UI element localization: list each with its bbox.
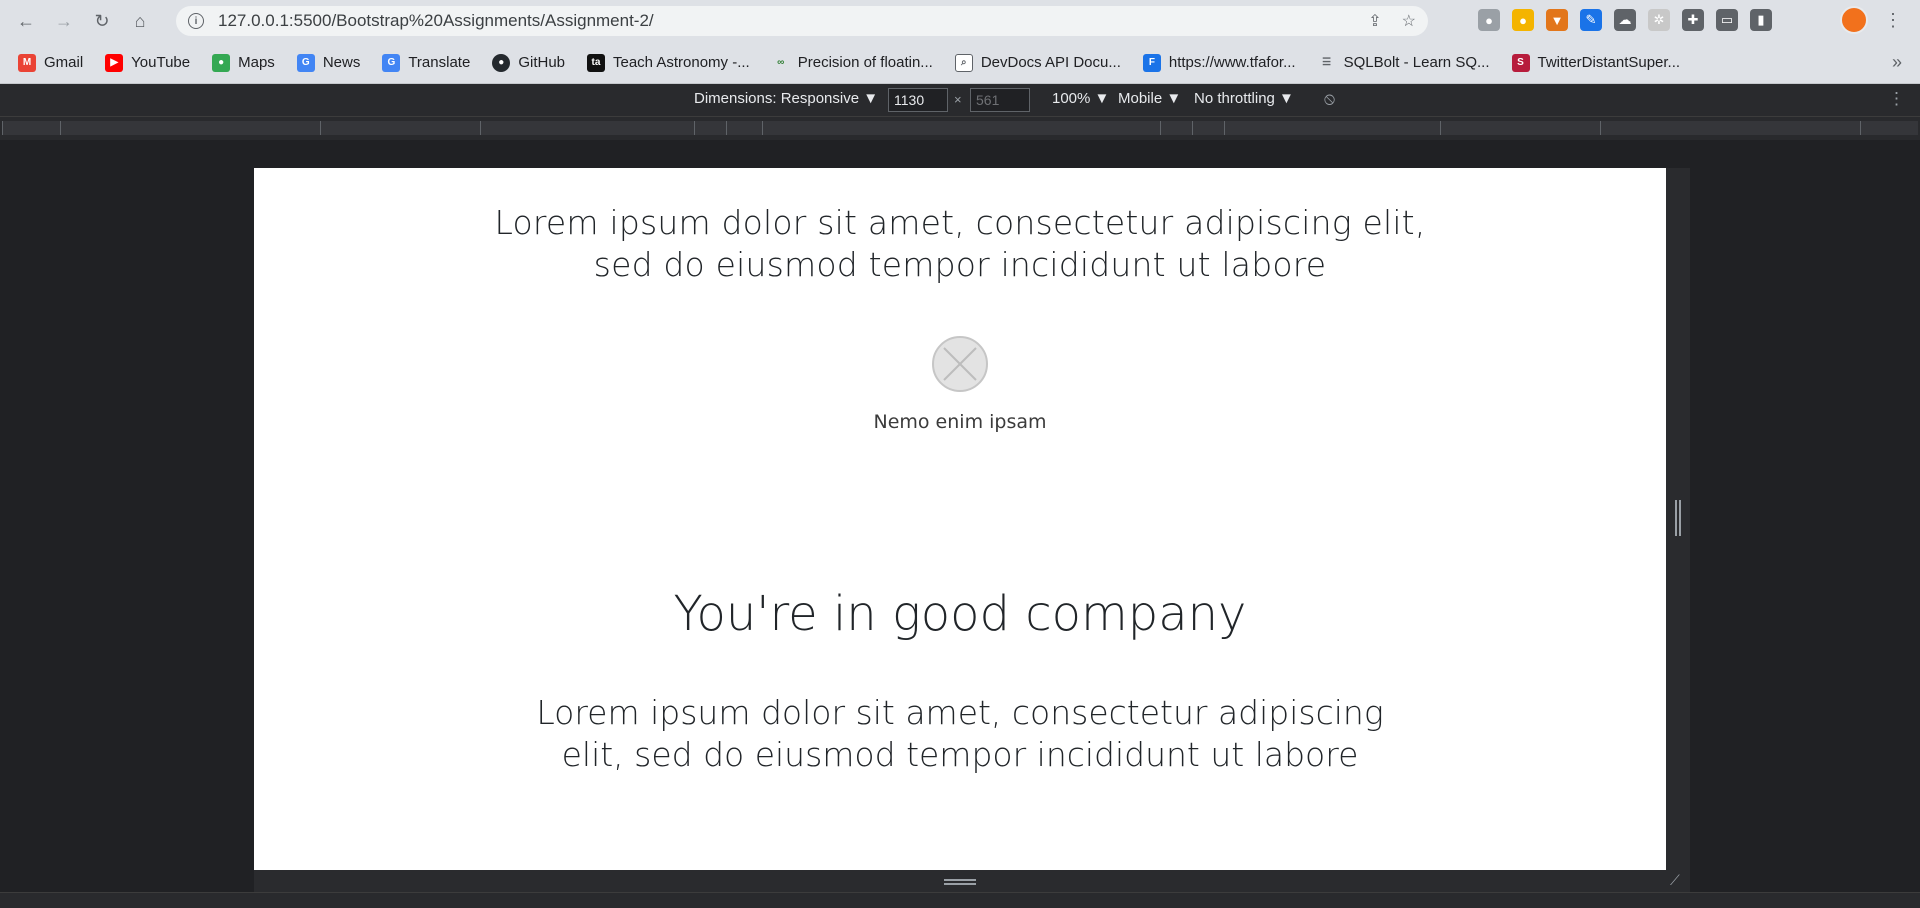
- intro-lead-text: Lorem ipsum dolor sit amet, consectetur …: [254, 202, 1666, 286]
- intro-lead-line-1: Lorem ipsum dolor sit amet, consectetur …: [494, 203, 1426, 242]
- media-query-bar[interactable]: [60, 121, 320, 135]
- translate-icon: G: [382, 53, 401, 72]
- bookmark-precision[interactable]: ∞ Precision of floatin...: [772, 54, 933, 72]
- bookmark-label: News: [322, 54, 361, 71]
- news-icon: G: [296, 53, 315, 72]
- bookmark-news[interactable]: G News: [296, 53, 361, 72]
- youtube-icon: ▶: [105, 53, 124, 72]
- section-lead-line-2: elit, sed do eiusmod tempor incididunt u…: [561, 735, 1359, 774]
- bookmark-github[interactable]: ● GitHub: [492, 53, 565, 72]
- bookmark-label: Precision of floatin...: [797, 54, 933, 71]
- media-query-bar[interactable]: [1440, 121, 1600, 135]
- url-text[interactable]: 127.0.0.1:5500/Bootstrap%20Assignments/A…: [218, 11, 654, 31]
- bookmark-label: SQLBolt - Learn SQ...: [1343, 54, 1490, 71]
- image-placeholder-icon: [932, 336, 988, 392]
- geeksforgeeks-icon: ∞: [777, 57, 785, 68]
- address-bar[interactable]: i 127.0.0.1:5500/Bootstrap%20Assignments…: [176, 6, 1428, 36]
- browser-menu-icon[interactable]: ⋮: [1884, 10, 1902, 31]
- viewport-width-input[interactable]: 1130: [888, 88, 948, 112]
- media-query-bar[interactable]: [1192, 121, 1224, 135]
- bookmark-star-icon[interactable]: ☆: [1402, 11, 1416, 31]
- bookmark-twitter-distant[interactable]: S TwitterDistantSuper...: [1511, 53, 1681, 72]
- reload-icon[interactable]: ↻: [90, 9, 114, 33]
- bookmark-teach-astronomy[interactable]: ta Teach Astronomy -...: [587, 53, 750, 72]
- bookmark-label: Gmail: [44, 54, 84, 71]
- media-query-bar[interactable]: [1860, 121, 1918, 135]
- s-logo-icon: S: [1511, 53, 1530, 72]
- bookmark-sqlbolt[interactable]: ☰ SQLBolt - Learn SQ...: [1318, 54, 1490, 72]
- testimonial-caption: Nemo enim ipsam: [873, 411, 1047, 433]
- bookmark-tfafor[interactable]: Fhttps://www.tfafor...: [1142, 53, 1296, 72]
- bookmark-youtube[interactable]: ▶ YouTube: [105, 53, 191, 72]
- extension-react-icon[interactable]: ✲: [1648, 9, 1670, 31]
- page-viewport: Lorem ipsum dolor sit amet, consectetur …: [254, 168, 1666, 870]
- database-icon: ☰: [1322, 57, 1332, 68]
- media-query-bar[interactable]: [694, 121, 726, 135]
- extension-pen-icon[interactable]: ✎: [1580, 9, 1602, 31]
- maps-icon: ●: [212, 53, 231, 72]
- throttling-dropdown[interactable]: No throttling ▼: [1194, 90, 1294, 107]
- side-panel-icon[interactable]: ▮: [1750, 9, 1772, 31]
- broken-image-icon: [943, 347, 977, 381]
- media-query-ruler: [0, 116, 1920, 140]
- bookmark-label: Maps: [238, 54, 275, 71]
- extension-fox-icon[interactable]: ▼: [1546, 9, 1568, 31]
- bookmark-gmail[interactable]: M Gmail: [18, 53, 84, 72]
- section-heading: You're in good company: [673, 586, 1247, 642]
- media-query-bar[interactable]: [1600, 121, 1860, 135]
- share-icon[interactable]: ⇪: [1368, 11, 1381, 31]
- viewport-height-input[interactable]: 561: [970, 88, 1030, 112]
- bookmark-label: https://www.tfafor...: [1168, 54, 1296, 71]
- bookmark-label: TwitterDistantSuper...: [1537, 54, 1681, 71]
- teach-astronomy-icon: ta: [587, 53, 605, 72]
- device-toolbar-menu-icon[interactable]: ⋮: [1888, 89, 1905, 109]
- bookmark-label: DevDocs API Docu...: [980, 54, 1121, 71]
- section-lead-line-1: Lorem ipsum dolor sit amet, consectetur …: [536, 693, 1384, 732]
- bookmark-label: Teach Astronomy -...: [613, 54, 750, 71]
- section-lead-text: Lorem ipsum dolor sit amet, consectetur …: [254, 692, 1666, 776]
- extension-color-icon[interactable]: ●: [1512, 9, 1534, 31]
- media-query-bar[interactable]: [1160, 121, 1192, 135]
- media-query-bar[interactable]: [762, 121, 1160, 135]
- media-query-bar[interactable]: [1224, 121, 1440, 135]
- zoom-dropdown[interactable]: 100% ▼: [1052, 90, 1109, 107]
- extensions-puzzle-icon[interactable]: ✚: [1682, 9, 1704, 31]
- resize-handle-bottom[interactable]: [944, 879, 976, 885]
- devtools-tabstrip: [0, 892, 1920, 908]
- site-info-icon[interactable]: i: [188, 13, 204, 29]
- profile-avatar[interactable]: [1840, 6, 1868, 34]
- gmail-icon: M: [18, 53, 36, 72]
- resize-corner-icon[interactable]: ⟋: [1670, 872, 1688, 890]
- github-icon: ●: [492, 53, 511, 72]
- bookmark-label: GitHub: [518, 54, 565, 71]
- media-query-bar[interactable]: [726, 121, 762, 135]
- more-bookmarks-icon[interactable]: »: [1892, 52, 1902, 73]
- intro-lead-line-2: sed do eiusmod tempor incididunt ut labo…: [593, 245, 1327, 284]
- extensions-area: ● ● ▼ ✎ ☁ ✲ ✚ ▭ ▮: [1478, 9, 1772, 31]
- bookmark-translate[interactable]: G Translate: [382, 53, 471, 72]
- extension-bug-icon[interactable]: ●: [1478, 9, 1500, 31]
- cast-icon[interactable]: ▭: [1716, 9, 1738, 31]
- devdocs-icon: ⌕: [954, 53, 973, 72]
- back-icon[interactable]: ←: [14, 9, 38, 33]
- media-query-bar[interactable]: [320, 121, 480, 135]
- dimensions-dropdown[interactable]: Dimensions: Responsive ▼: [694, 90, 878, 107]
- media-query-bar[interactable]: [480, 121, 694, 135]
- rotate-icon[interactable]: ⦸: [1324, 89, 1335, 109]
- bookmark-label: YouTube: [131, 54, 191, 71]
- bookmarks-bar: M Gmail ▶ YouTube ● Maps G News G Translate ●…: [0, 42, 1920, 84]
- device-type-dropdown[interactable]: Mobile ▼: [1118, 90, 1181, 107]
- bookmark-maps[interactable]: ● Maps: [212, 53, 275, 72]
- bookmark-devdocs[interactable]: ⌕ DevDocs API Docu...: [954, 53, 1121, 72]
- bookmark-label: Translate: [408, 54, 471, 71]
- device-toolbar: Dimensions: Responsive ▼ 1130 × 561 100%…: [0, 84, 1920, 116]
- home-icon[interactable]: ⌂: [128, 9, 152, 33]
- tfafor-icon: F: [1142, 53, 1161, 72]
- browser-toolbar: ← → ↻ ⌂ i 127.0.0.1:5500/Bootstrap%20Ass…: [0, 0, 1920, 42]
- media-query-bar[interactable]: [2, 121, 60, 135]
- resize-handle-right[interactable]: [1675, 500, 1681, 536]
- dimension-separator: ×: [954, 92, 962, 107]
- forward-icon[interactable]: →: [52, 9, 76, 33]
- extension-cloud-icon[interactable]: ☁: [1614, 9, 1636, 31]
